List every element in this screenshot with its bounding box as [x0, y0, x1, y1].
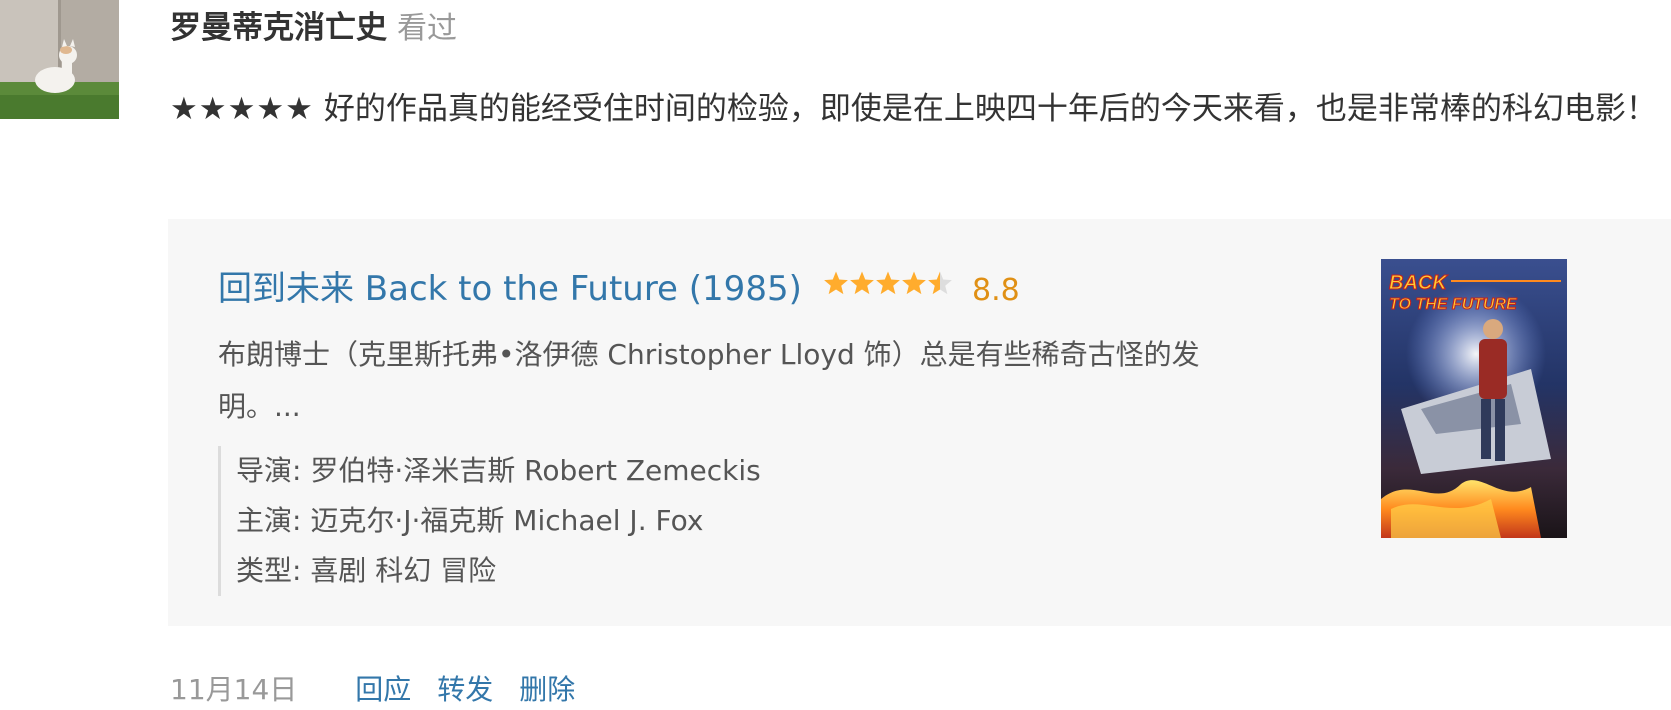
- rating-star: [902, 271, 926, 294]
- director-line: 导演: 罗伯特·泽米吉斯 Robert Zemeckis: [236, 454, 761, 487]
- share-link[interactable]: 转发: [437, 673, 493, 706]
- movie-card[interactable]: 回到未来 Back to the Future (1985) 8.8 布朗博士（…: [168, 219, 1671, 626]
- user-line: 罗曼蒂克消亡史 看过: [170, 6, 457, 50]
- movie-poster[interactable]: BACK TO THE FUTURE: [1381, 259, 1567, 538]
- comment-text: ★★★★★ 好的作品真的能经受住时间的检验，即使是在上映四十年后的今天来看，也是…: [170, 82, 1665, 136]
- genre-line: 类型: 喜剧 科幻 冒险: [236, 554, 497, 587]
- username[interactable]: 罗曼蒂克消亡史: [170, 10, 387, 46]
- rating-value: 8.8: [972, 273, 1020, 308]
- rating-stars-icon: [824, 271, 952, 294]
- rating-stars: [823, 267, 953, 319]
- rating-star: [876, 271, 900, 294]
- footer-bar: 11月14日 回应 转发 删除: [170, 670, 601, 710]
- movie-title-row: 回到未来 Back to the Future (1985) 8.8: [218, 263, 1020, 315]
- user-rating-stars: ★★★★★: [170, 91, 314, 127]
- rating-star: [824, 271, 848, 294]
- cast-line: 主演: 迈克尔·J·福克斯 Michael J. Fox: [236, 504, 704, 537]
- poster-image: BACK TO THE FUTURE: [1381, 259, 1567, 538]
- post-date: 11月14日: [170, 673, 298, 706]
- reply-link[interactable]: 回应: [355, 673, 411, 706]
- poster-logo: BACK: [1389, 272, 1448, 294]
- watch-status: 看过: [397, 11, 457, 46]
- movie-meta: 导演: 罗伯特·泽米吉斯 Robert Zemeckis 主演: 迈克尔·J·福…: [218, 446, 761, 596]
- rating-star: [850, 271, 874, 294]
- movie-summary: 布朗博士（克里斯托弗•洛伊德 Christopher Lloyd 饰）总是有些稀…: [218, 338, 1200, 423]
- cat-photo: [0, 0, 119, 119]
- delete-link[interactable]: 删除: [519, 673, 575, 706]
- avatar[interactable]: [0, 0, 119, 119]
- rating-star: [928, 271, 952, 294]
- comment-body: 好的作品真的能经受住时间的检验，即使是在上映四十年后的今天来看，也是非常棒的科幻…: [313, 91, 1657, 127]
- movie-title-link[interactable]: 回到未来 Back to the Future (1985): [218, 269, 802, 309]
- svg-text:TO THE FUTURE: TO THE FUTURE: [1389, 296, 1518, 313]
